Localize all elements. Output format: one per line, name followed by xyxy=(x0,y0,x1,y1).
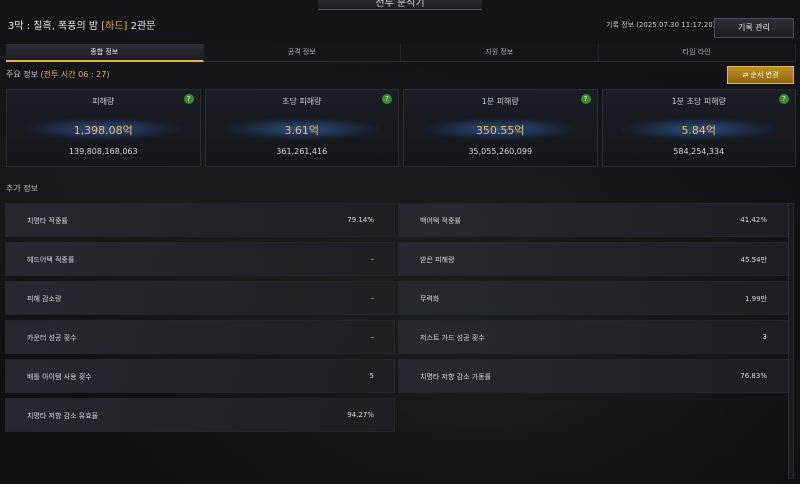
window-title: 전투 분석기 xyxy=(318,0,482,10)
card-title: 초당 피해량 xyxy=(282,97,322,106)
raid-title: 3막 : 칠흑, 폭풍의 밤 [하드] 2관문 xyxy=(8,17,155,32)
left-stats-column: 치명타 적중률 79.14% 헤드어택 적중률 – 피해 감소량 – 카운터 성… xyxy=(5,203,395,437)
card-raw-value: 361,261,416 xyxy=(276,147,328,156)
tab-support[interactable]: 지원 정보 xyxy=(401,44,599,62)
stat-value: – xyxy=(370,333,375,341)
help-icon[interactable]: ? xyxy=(580,94,591,104)
tab-overview[interactable]: 종합 정보 xyxy=(6,44,204,62)
tab-attack[interactable]: 공격 정보 xyxy=(203,44,401,62)
stat-value: 41.42% xyxy=(740,216,767,224)
card-title: 피해량 xyxy=(92,97,115,106)
stat-row: 헤드어택 적중률 – xyxy=(5,242,395,276)
help-icon[interactable]: ? xyxy=(183,94,194,104)
stat-row: 무력화 1.99만 xyxy=(398,281,788,315)
help-icon[interactable]: ? xyxy=(779,94,789,104)
main-info-label: 주요 정보 (전투 시간 06 : 27) xyxy=(6,69,109,80)
card-1min-dps: 1분 초당 피해량 ? 5.84억 584,254,334 xyxy=(601,89,796,167)
stat-row: 백어택 적중률 41.42% xyxy=(398,203,788,237)
stat-label: 카운터 성공 횟수 xyxy=(27,334,77,342)
gate-label: 2관문 xyxy=(127,21,156,32)
card-raw-value: 584,254,334 xyxy=(673,147,725,156)
card-value: 350.55억 xyxy=(475,124,525,137)
stat-value: 3 xyxy=(762,333,767,341)
stat-value: – xyxy=(370,294,375,302)
stat-label: 피해 감소량 xyxy=(27,295,62,303)
stat-value: 5 xyxy=(369,372,374,380)
stat-value: 79.14% xyxy=(347,216,374,224)
swap-icon: ⇄ xyxy=(742,71,751,79)
tab-timeline[interactable]: 타임 라인 xyxy=(598,44,796,62)
stat-row: 받은 피해량 45.54만 xyxy=(398,242,788,276)
stat-row: 치명타 저항 감소 가동률 76.83% xyxy=(398,359,788,393)
card-1min-damage: 1분 피해량 ? 350.55억 35,055,260,099 xyxy=(403,89,598,167)
stat-row: 배틀 아이템 사용 횟수 5 xyxy=(5,359,395,393)
stat-value: 94.27% xyxy=(347,411,374,419)
stat-label: 치명타 저항 감소 유효율 xyxy=(27,412,99,420)
stat-label: 백어택 적중률 xyxy=(420,217,461,225)
stat-row: 피해 감소량 – xyxy=(5,281,395,315)
scrollbar[interactable] xyxy=(788,203,794,479)
stat-label: 배틀 아이템 사용 횟수 xyxy=(27,373,92,381)
card-value: 1,398.08억 xyxy=(73,124,133,137)
right-stats-column: 백어택 적중률 41.42% 받은 피해량 45.54만 무력화 1.99만 저… xyxy=(398,203,788,398)
stat-label: 저스트 가드 성공 횟수 xyxy=(420,334,485,342)
stat-row: 저스트 가드 성공 횟수 3 xyxy=(398,320,788,354)
card-value: 3.61억 xyxy=(284,124,320,137)
stat-label: 치명타 적중률 xyxy=(27,217,68,225)
card-value: 5.84억 xyxy=(681,124,717,137)
record-info: 기록 정보 (2025.07.30 11:17:20) xyxy=(606,21,716,29)
summary-cards: 피해량 ? 1,398.08억 139,808,168,063 초당 피해량 ?… xyxy=(6,89,796,167)
main-info-title: 주요 정보 xyxy=(6,70,41,79)
card-dps: 초당 피해량 ? 3.61억 361,261,416 xyxy=(204,89,399,167)
stat-value: 76.83% xyxy=(740,372,767,380)
help-icon[interactable]: ? xyxy=(382,94,392,104)
stat-label: 치명타 저항 감소 가동률 xyxy=(420,373,492,381)
stat-value: 1.99만 xyxy=(744,295,767,303)
stat-row: 치명타 저항 감소 유효율 94.27% xyxy=(5,398,395,432)
stat-label: 헤드어택 적중률 xyxy=(27,256,75,264)
stat-row: 카운터 성공 횟수 – xyxy=(5,320,395,354)
card-title: 1분 피해량 xyxy=(481,97,519,106)
card-raw-value: 35,055,260,099 xyxy=(468,147,533,156)
stat-row: 치명타 적중률 79.14% xyxy=(5,203,395,237)
card-damage: 피해량 ? 1,398.08억 139,808,168,063 xyxy=(6,89,201,167)
tab-bar: 종합 정보 공격 정보 지원 정보 타임 라인 xyxy=(6,44,796,62)
battle-time: (전투 시간 06 : 27) xyxy=(40,70,110,79)
order-change-label: 순서 변경 xyxy=(750,71,779,79)
stat-value: – xyxy=(370,255,375,263)
order-change-button[interactable]: ⇄ 순서 변경 xyxy=(727,66,794,84)
extra-info-label: 추가 정보 xyxy=(6,184,38,193)
card-title: 1분 초당 피해량 xyxy=(671,97,726,106)
record-manage-button[interactable]: 기록 관리 xyxy=(714,18,794,38)
difficulty-label: [하드] xyxy=(101,21,128,32)
raid-name: 3막 : 칠흑, 폭풍의 밤 xyxy=(8,21,102,32)
stat-label: 받은 피해량 xyxy=(420,256,455,264)
stat-label: 무력화 xyxy=(420,295,440,303)
card-raw-value: 139,808,168,063 xyxy=(68,147,138,156)
stat-value: 45.54만 xyxy=(740,256,767,264)
